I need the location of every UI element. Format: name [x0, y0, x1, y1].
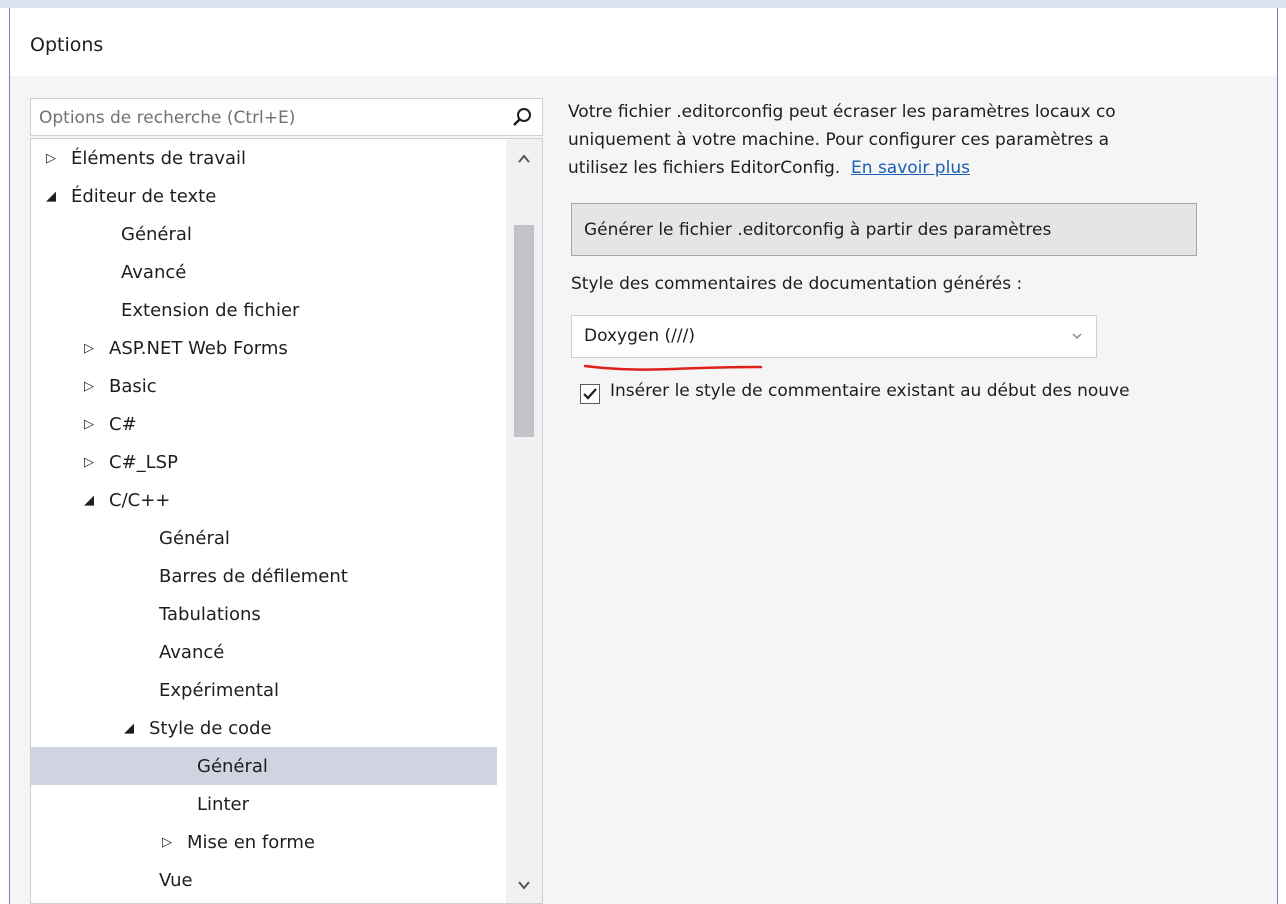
- info-line-1: Votre fichier .editorconfig peut écraser…: [568, 102, 1116, 122]
- expand-arrow-icon[interactable]: ▷: [81, 379, 97, 394]
- tree-item-label: Tabulations: [159, 603, 261, 625]
- tree-item-label: Général: [121, 223, 192, 245]
- tree-item[interactable]: ▷ C#_LSP: [31, 443, 497, 481]
- tree-item-label: Mise en forme: [187, 831, 315, 853]
- tree-item-label: Expérimental: [159, 679, 280, 701]
- tree-item[interactable]: Tabulations: [31, 595, 497, 633]
- tree-item-label: Vue: [159, 869, 193, 891]
- doc-comment-style-label: Style des commentaires de documentation …: [571, 274, 1023, 294]
- expand-arrow-icon[interactable]: ▷: [43, 151, 59, 166]
- info-line-2: uniquement à votre machine. Pour configu…: [568, 130, 1110, 150]
- tree-item-label: Basic: [109, 375, 157, 397]
- tree-item[interactable]: Expérimental: [31, 671, 497, 709]
- tree-item[interactable]: Extension de fichier: [31, 291, 497, 329]
- info-line-3: utilisez les fichiers EditorConfig. En s…: [568, 154, 1277, 182]
- expand-arrow-icon[interactable]: ▷: [81, 455, 97, 470]
- generate-editorconfig-button[interactable]: Générer le fichier .editorconfig à parti…: [571, 203, 1197, 256]
- tree-item[interactable]: ▷ C#: [31, 405, 497, 443]
- tree-item-label: ASP.NET Web Forms: [109, 337, 288, 359]
- collapse-arrow-icon[interactable]: ◢: [43, 189, 59, 204]
- settings-panel: Votre fichier .editorconfig peut écraser…: [568, 98, 1277, 898]
- tree-item-label: Général: [197, 755, 268, 777]
- tree-item-label: C#_LSP: [109, 451, 178, 473]
- tree-item-label: Linter: [197, 793, 249, 815]
- background-strip: [0, 0, 1286, 8]
- chevron-down-icon[interactable]: [1070, 330, 1084, 342]
- search-box[interactable]: [30, 98, 543, 137]
- tree-item[interactable]: Général: [31, 519, 497, 557]
- tree-item[interactable]: ◢ Éditeur de texte: [31, 177, 497, 215]
- tree-item[interactable]: Barres de défilement: [31, 557, 497, 595]
- tree-scrollbar[interactable]: [506, 139, 542, 904]
- tree-item-label: Barres de défilement: [159, 565, 348, 587]
- doc-comment-style-dropdown[interactable]: Doxygen (///): [571, 315, 1097, 358]
- tree-item-label: Avancé: [159, 641, 225, 663]
- insert-comment-style-checkbox[interactable]: [580, 384, 600, 404]
- tree-item[interactable]: ◢ Style de code: [31, 709, 497, 747]
- checkmark-icon: [583, 388, 597, 400]
- learn-more-link[interactable]: En savoir plus: [851, 158, 970, 178]
- options-dialog: Options Vue ▷ Mise en forme Linter Général ◢ S…: [9, 8, 1278, 904]
- tree-item-label: Général: [159, 527, 230, 549]
- tree-item[interactable]: Général: [31, 215, 497, 253]
- tree-item-label: Éditeur de texte: [71, 185, 217, 207]
- tree-item[interactable]: Linter: [31, 785, 497, 823]
- scroll-down-icon[interactable]: [506, 867, 542, 904]
- tree-item[interactable]: Avancé: [31, 253, 497, 291]
- tree-item[interactable]: Général: [31, 747, 497, 785]
- dropdown-selected-value: Doxygen (///): [584, 326, 695, 346]
- tree-item[interactable]: ▷ Mise en forme: [31, 823, 497, 861]
- search-input[interactable]: [31, 99, 511, 137]
- tree-item[interactable]: Vue: [31, 861, 497, 899]
- window-title: Options: [30, 34, 104, 56]
- options-tree: Vue ▷ Mise en forme Linter Général ◢ Style de …: [30, 138, 543, 904]
- tree-item[interactable]: ▷ Éléments de travail: [31, 139, 497, 177]
- scroll-up-icon[interactable]: [506, 139, 542, 177]
- tree-item[interactable]: ▷ ASP.NET Web Forms: [31, 329, 497, 367]
- tree-item[interactable]: Avancé: [31, 633, 497, 671]
- tree-item-label: Éléments de travail: [71, 147, 247, 169]
- collapse-arrow-icon[interactable]: ◢: [121, 721, 137, 736]
- tree-item[interactable]: ◢ C/C++: [31, 481, 497, 519]
- expand-arrow-icon[interactable]: ▷: [81, 417, 97, 432]
- editorconfig-info: Votre fichier .editorconfig peut écraser…: [568, 98, 1277, 182]
- tree-item-label: Style de code: [149, 717, 272, 739]
- info-line-3-text: utilisez les fichiers EditorConfig.: [568, 158, 841, 178]
- expand-arrow-icon[interactable]: ▷: [159, 835, 175, 850]
- search-icon[interactable]: [512, 107, 532, 127]
- tree-item-label: Avancé: [121, 261, 187, 283]
- collapse-arrow-icon[interactable]: ◢: [81, 493, 97, 508]
- scrollbar-thumb[interactable]: [514, 225, 534, 437]
- insert-comment-style-label: Insérer le style de commentaire existant…: [610, 381, 1130, 401]
- tree-item[interactable]: ▷ Basic: [31, 367, 497, 405]
- tree-item-label: C#: [109, 413, 137, 435]
- title-bar: Options: [10, 8, 1277, 76]
- expand-arrow-icon[interactable]: ▷: [81, 341, 97, 356]
- red-underline-annotation: [583, 364, 763, 371]
- tree-item-label: C/C++: [109, 489, 171, 511]
- tree-item-label: Extension de fichier: [121, 299, 300, 321]
